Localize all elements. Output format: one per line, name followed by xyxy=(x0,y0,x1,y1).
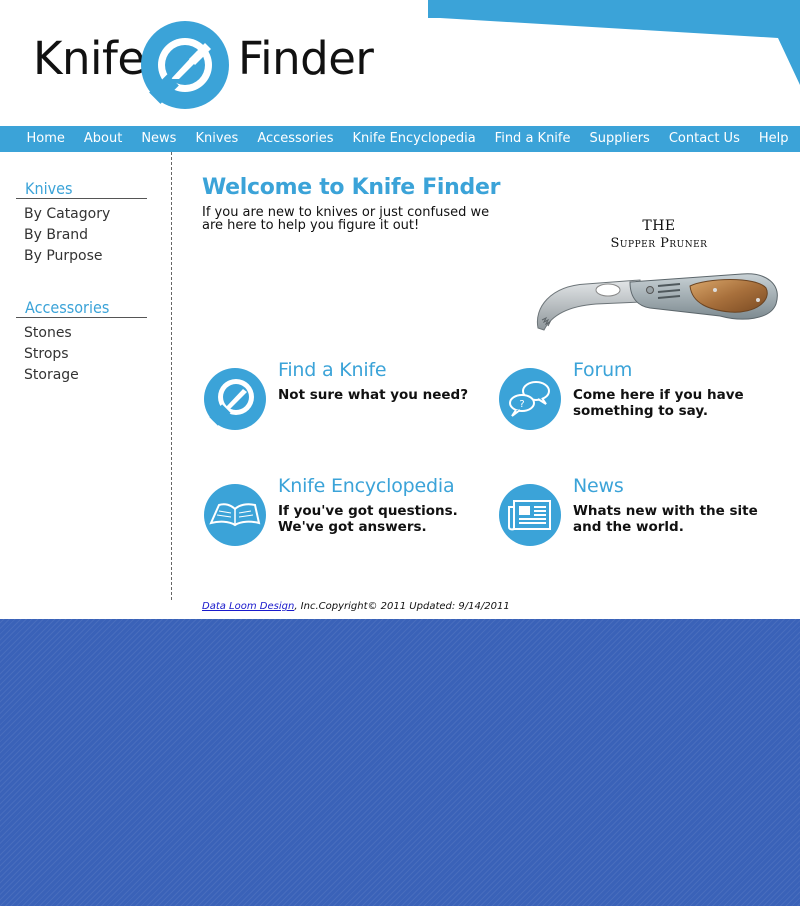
promo-knife-banner[interactable]: THE Supper Pruner xyxy=(530,216,788,340)
sidebar-item-by-brand[interactable]: By Brand xyxy=(24,225,147,246)
intro-text: If you are new to knives or just confuse… xyxy=(202,205,490,233)
sidebar: Knives By Catagory By Brand By Purpose A… xyxy=(16,178,147,416)
sidebar-heading-knives: Knives xyxy=(16,178,147,199)
main-navigation: Home About News Knives Accessories Knife… xyxy=(0,126,800,152)
header: Knife Finder xyxy=(0,0,800,126)
open-book-icon xyxy=(204,484,266,546)
magnifier-knife-icon xyxy=(141,21,229,109)
svg-text:?: ? xyxy=(519,399,524,410)
feature-description: Whats new with the site and the world. xyxy=(573,503,758,535)
nav-item-knife-encyclopedia[interactable]: Knife Encyclopedia xyxy=(343,126,485,152)
promo-title-line1: THE xyxy=(642,218,676,234)
footer: Data Loom Design, Inc.Copyright© 2011 Up… xyxy=(202,601,510,612)
nav-item-knives[interactable]: Knives xyxy=(186,126,248,152)
column-divider xyxy=(171,152,172,600)
feature-description: Not sure what you need? xyxy=(278,387,469,403)
newspaper-icon xyxy=(499,484,561,546)
folding-knife-image xyxy=(536,273,778,331)
promo-title: THE Supper Pruner xyxy=(530,218,788,252)
nav-item-help[interactable]: Help xyxy=(749,126,798,152)
promo-title-line2: Supper Pruner xyxy=(610,236,708,251)
footer-copyright: , Inc.Copyright© 2011 Updated: 9/14/2011 xyxy=(294,601,510,612)
feature-description: If you've got questions. We've got answe… xyxy=(278,503,458,535)
logo-word-knife: Knife xyxy=(33,32,145,85)
sidebar-item-storage[interactable]: Storage xyxy=(24,365,147,386)
sidebar-item-strops[interactable]: Strops xyxy=(24,344,147,365)
feature-news[interactable]: News Whats new with the site and the wor… xyxy=(498,475,778,553)
feature-title: News xyxy=(573,475,624,497)
feature-title: Find a Knife xyxy=(278,359,387,381)
footer-designer-link[interactable]: Data Loom Design xyxy=(202,601,294,612)
nav-item-find-a-knife[interactable]: Find a Knife xyxy=(485,126,580,152)
nav-item-home[interactable]: Home xyxy=(17,126,74,152)
page: Knife Finder Home About News Knives Acce… xyxy=(0,0,800,619)
sidebar-item-by-purpose[interactable]: By Purpose xyxy=(24,246,147,267)
sidebar-item-by-catagory[interactable]: By Catagory xyxy=(24,204,147,225)
sidebar-list-accessories: Stones Strops Storage xyxy=(16,323,147,386)
page-title: Welcome to Knife Finder xyxy=(202,175,501,200)
feature-title: Knife Encyclopedia xyxy=(278,475,455,497)
sidebar-item-stones[interactable]: Stones xyxy=(24,323,147,344)
feature-description: Come here if you have something to say. xyxy=(573,387,744,419)
nav-item-contact-us[interactable]: Contact Us xyxy=(659,126,749,152)
feature-title: Forum xyxy=(573,359,633,381)
magnifier-knife-icon xyxy=(204,368,266,430)
speech-bubbles-icon: ? xyxy=(499,368,561,430)
nav-item-suppliers[interactable]: Suppliers xyxy=(580,126,659,152)
logo-word-finder: Finder xyxy=(238,32,374,85)
sidebar-heading-accessories: Accessories xyxy=(16,297,147,318)
feature-find-a-knife[interactable]: Find a Knife Not sure what you need? xyxy=(203,359,483,437)
nav-item-news[interactable]: News xyxy=(132,126,186,152)
nav-item-accessories[interactable]: Accessories xyxy=(248,126,343,152)
sidebar-list-knives: By Catagory By Brand By Purpose xyxy=(16,204,147,267)
nav-item-about[interactable]: About xyxy=(74,126,131,152)
feature-knife-encyclopedia[interactable]: Knife Encyclopedia If you've got questio… xyxy=(203,475,483,553)
feature-forum[interactable]: ? Forum Come here if you have something … xyxy=(498,359,778,437)
